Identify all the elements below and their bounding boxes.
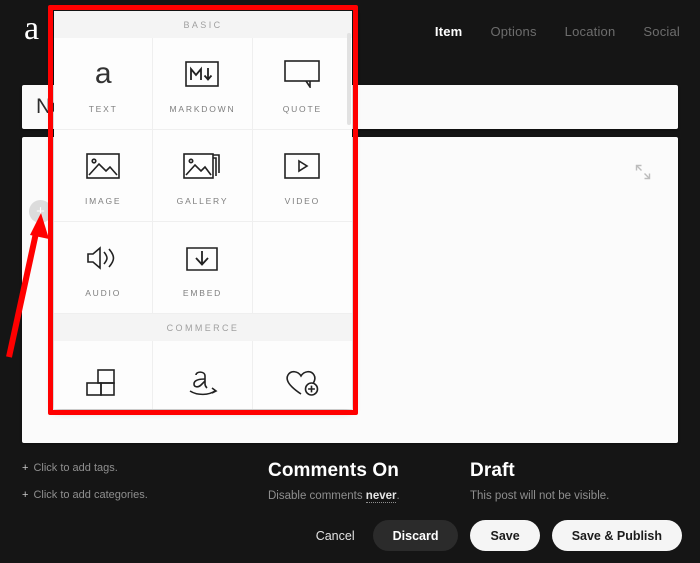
section-heading-commerce: COMMERCE (54, 314, 352, 341)
action-buttons: Cancel Discard Save Save & Publish (310, 520, 682, 551)
picker-scrollbar[interactable] (347, 33, 351, 125)
section-heading-basic: BASIC (54, 11, 352, 38)
block-option-video[interactable]: VIDEO (252, 130, 352, 222)
gallery-icon (183, 146, 221, 186)
text-a-icon: a (94, 56, 112, 90)
plus-icon: + (22, 462, 29, 474)
save-button[interactable]: Save (470, 520, 540, 551)
block-option-gallery[interactable]: GALLERY (153, 130, 253, 222)
block-grid-commerce (54, 341, 352, 409)
discard-button[interactable]: Discard (372, 520, 459, 551)
block-option-empty-slot (252, 222, 352, 314)
add-tags-link[interactable]: + Click to add tags. (22, 462, 148, 474)
block-grid-basic: a TEXT MARKDOWN QUOTE IMAGE GALLERY VIDE… (54, 38, 352, 314)
block-picker-scroll-area[interactable]: BASIC a TEXT MARKDOWN QUOTE IMAGE GALLER… (54, 11, 352, 409)
comments-disable-never-link[interactable]: never (365, 490, 397, 503)
audio-speaker-icon (85, 238, 121, 278)
block-option-image[interactable]: IMAGE (54, 130, 154, 222)
comments-status-block[interactable]: Comments On Disable comments never. (268, 460, 400, 503)
block-option-label: AUDIO (85, 287, 122, 298)
block-option-embed[interactable]: EMBED (153, 222, 253, 314)
quote-bubble-icon (284, 54, 321, 94)
block-option-label: TEXT (88, 103, 118, 114)
tab-item[interactable]: Item (435, 24, 463, 39)
tab-options[interactable]: Options (490, 24, 536, 39)
video-play-icon (284, 146, 321, 186)
wishlist-heart-icon (283, 362, 321, 402)
block-option-label: IMAGE (84, 195, 122, 206)
block-option-amazon[interactable] (153, 341, 253, 409)
cancel-button[interactable]: Cancel (310, 520, 361, 551)
block-option-label: EMBED (182, 287, 223, 298)
post-status-block[interactable]: Draft This post will not be visible. (470, 460, 609, 502)
block-option-label: VIDEO (284, 195, 321, 206)
add-tags-label: Click to add tags. (33, 462, 118, 474)
post-status-title: Draft (470, 460, 515, 481)
embed-download-icon (185, 238, 219, 278)
amazon-icon (182, 362, 222, 402)
block-option-text[interactable]: a TEXT (54, 38, 154, 130)
primary-nav: Item Options Location Social (435, 24, 680, 39)
image-icon (86, 146, 120, 186)
markdown-icon (185, 54, 220, 94)
tab-social[interactable]: Social (643, 24, 680, 39)
block-option-label: QUOTE (282, 103, 322, 114)
block-option-label: MARKDOWN (169, 103, 236, 114)
block-picker-panel[interactable]: BASIC a TEXT MARKDOWN QUOTE IMAGE GALLER… (54, 11, 352, 409)
add-categories-label: Click to add categories. (33, 489, 148, 501)
save-publish-button[interactable]: Save & Publish (551, 520, 682, 551)
add-categories-link[interactable]: + Click to add categories. (22, 489, 148, 501)
expand-diagonal-icon[interactable] (634, 163, 652, 181)
block-option-quote[interactable]: QUOTE (252, 38, 352, 130)
comments-sub-suffix: . (396, 490, 400, 502)
block-option-wishlist[interactable] (252, 341, 352, 409)
block-option-markdown[interactable]: MARKDOWN (153, 38, 253, 130)
add-block-button[interactable]: + (29, 200, 52, 223)
brand-logo[interactable]: a (24, 12, 39, 46)
plus-icon: + (22, 489, 29, 501)
tab-location[interactable]: Location (565, 24, 616, 39)
block-option-audio[interactable]: AUDIO (54, 222, 154, 314)
comments-status-title: Comments On (268, 460, 399, 481)
block-option-product[interactable] (54, 341, 154, 409)
product-blocks-icon (85, 362, 121, 402)
comments-status-sub: Disable comments never. (268, 490, 400, 503)
block-option-label: GALLERY (176, 195, 229, 206)
post-editor-screen: a Item Options Location Social + BASIC a… (0, 0, 700, 563)
post-status-sub: This post will not be visible. (470, 490, 610, 502)
comments-sub-prefix: Disable comments (268, 490, 366, 502)
post-meta-left: + Click to add tags. + Click to add catego… (22, 462, 148, 516)
